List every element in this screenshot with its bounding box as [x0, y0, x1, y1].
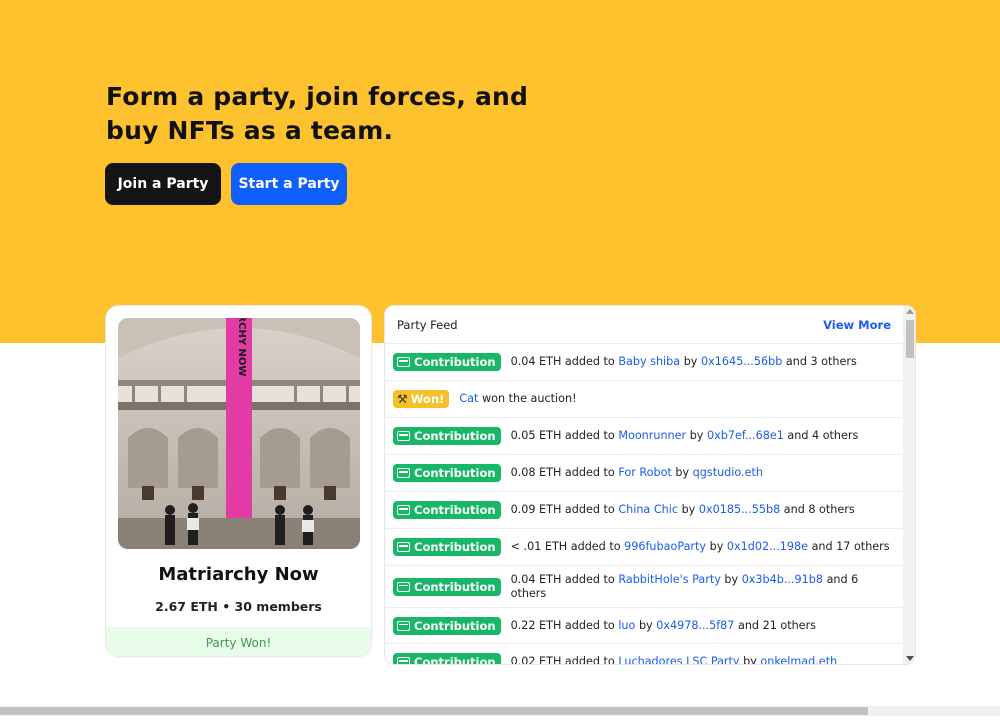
party-link[interactable]: 996fubaoParty — [624, 540, 706, 553]
hero-title: Form a party, join forces, and buy NFTs … — [106, 82, 529, 145]
feed-list[interactable]: Contribution 0.04 ETH added to Baby shib… — [385, 344, 903, 664]
feed-scrollbar-thumb[interactable] — [906, 320, 914, 358]
user-link[interactable]: 0x4978...5f87 — [656, 619, 734, 632]
feed-item: Contribution 0.04 ETH added to RabbitHol… — [385, 566, 903, 608]
user-link[interactable]: 0xb7ef...68e1 — [707, 429, 784, 442]
contribution-badge: Contribution — [393, 616, 501, 635]
contribution-badge: Contribution — [393, 464, 501, 482]
contribution-badge: Contribution — [393, 501, 501, 519]
card-icon — [397, 505, 410, 515]
party-card[interactable]: MATRIARCHY NOW Matriarchy Now 2.67 ETH •… — [105, 305, 372, 657]
hero-section: Form a party, join forces, and buy NFTs … — [0, 0, 1000, 343]
banner-text: MATRIARCHY NOW — [236, 318, 247, 376]
party-name[interactable]: Matriarchy Now — [106, 564, 371, 585]
party-link[interactable]: luo — [618, 619, 635, 632]
card-icon — [397, 357, 410, 367]
feed-item: ⚒ Won! Cat won the auction! — [385, 381, 903, 418]
user-link[interactable]: qgstudio.eth — [693, 466, 763, 479]
party-link[interactable]: Moonrunner — [618, 429, 686, 442]
card-icon — [397, 620, 410, 631]
feed-item: Contribution 0.04 ETH added to Baby shib… — [385, 344, 903, 381]
party-link[interactable]: For Robot — [618, 466, 671, 479]
party-feed: Party Feed View More Contribution 0.04 E… — [384, 305, 916, 665]
party-link[interactable]: Luchadores LSC Party — [618, 655, 739, 664]
feed-item: Contribution 0.08 ETH added to For Robot… — [385, 455, 903, 492]
party-link[interactable]: China Chic — [618, 503, 678, 516]
feed-item: Contribution 0.22 ETH added to luo by 0x… — [385, 608, 903, 644]
user-link[interactable]: 0x1645...56bb — [701, 355, 782, 368]
start-party-button[interactable]: Start a Party — [231, 163, 347, 205]
party-meta: 2.67 ETH • 30 members — [155, 599, 322, 614]
card-icon — [397, 581, 410, 592]
card-icon — [397, 431, 410, 441]
contribution-badge: Contribution — [393, 653, 501, 664]
party-image: MATRIARCHY NOW — [118, 318, 360, 549]
scroll-up-icon[interactable] — [906, 309, 914, 314]
feed-item: Contribution 0.09 ETH added to China Chi… — [385, 492, 903, 529]
won-badge: ⚒ Won! — [393, 390, 450, 408]
contribution-badge: Contribution — [393, 353, 501, 371]
user-link[interactable]: onkelmad.eth — [760, 655, 837, 664]
contribution-badge: Contribution — [393, 538, 501, 556]
feed-item: Contribution 0.02 ETH added to Luchadore… — [385, 644, 903, 664]
party-link[interactable]: Cat — [459, 392, 478, 405]
user-link[interactable]: 0x3b4b...91b8 — [742, 573, 823, 586]
party-link[interactable]: RabbitHole's Party — [618, 573, 721, 586]
party-status: Party Won! — [106, 627, 371, 656]
join-party-button[interactable]: Join a Party — [105, 163, 221, 205]
party-photo-illustration: MATRIARCHY NOW — [118, 318, 360, 549]
card-icon — [397, 542, 410, 552]
feed-item: Contribution < .01 ETH added to 996fubao… — [385, 529, 903, 566]
user-link[interactable]: 0x1d02...198e — [727, 540, 808, 553]
view-more-link[interactable]: View More — [823, 318, 891, 332]
feed-item: Contribution 0.05 ETH added to Moonrunne… — [385, 418, 903, 455]
card-icon — [397, 657, 410, 664]
contribution-badge: Contribution — [393, 577, 501, 596]
scroll-down-icon[interactable] — [906, 656, 914, 661]
feed-header: Party Feed View More — [385, 306, 903, 344]
card-icon — [397, 468, 410, 478]
user-link[interactable]: 0x0185...55b8 — [699, 503, 780, 516]
feed-title: Party Feed — [397, 317, 458, 332]
feed-scrollbar[interactable] — [903, 306, 915, 664]
page-horizontal-scrollbar[interactable] — [0, 706, 1000, 716]
page-horizontal-scrollbar-thumb[interactable] — [0, 707, 868, 715]
party-link[interactable]: Baby shiba — [618, 355, 680, 368]
gavel-icon: ⚒ — [397, 392, 408, 406]
contribution-badge: Contribution — [393, 427, 501, 445]
